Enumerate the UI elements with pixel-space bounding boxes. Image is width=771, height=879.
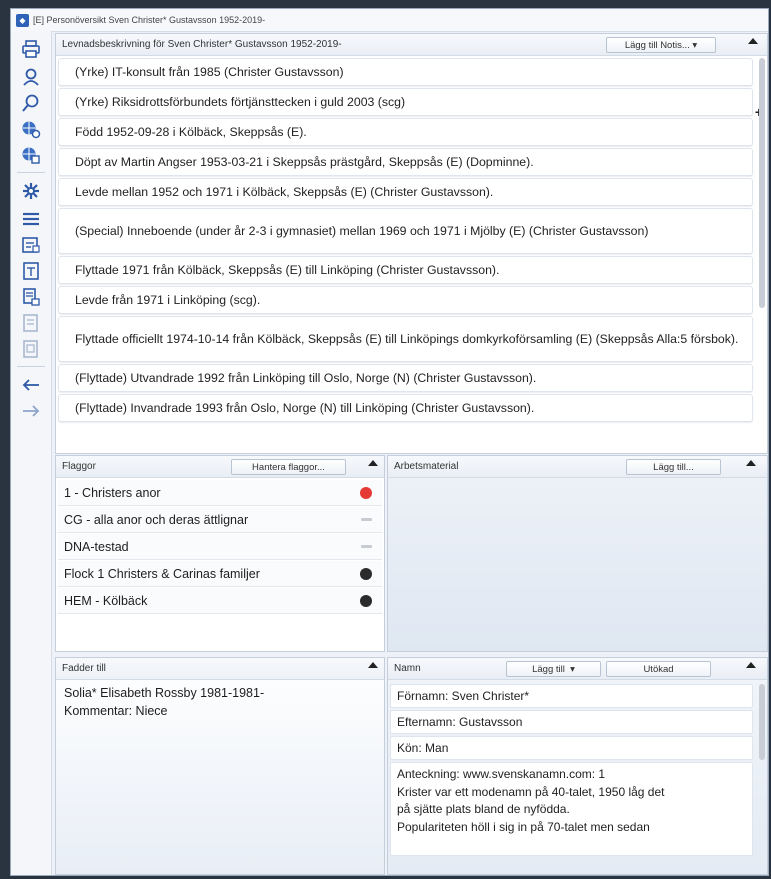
biography-header: Levnadsbeskrivning för Sven Christer* Gu…	[56, 34, 767, 56]
note-line: Populariteten höll i sig in på 70-talet …	[397, 819, 650, 834]
menu-icon[interactable]	[19, 207, 43, 231]
work-material-title: Arbetsmaterial	[394, 461, 459, 472]
event-row[interactable]: (Special) Inneboende (under år 2-3 i gym…	[58, 208, 753, 254]
collapse-caret-icon[interactable]	[368, 662, 378, 668]
collapse-caret-icon[interactable]	[748, 38, 758, 44]
window-title: [E] Personöversikt Sven Christer* Gustav…	[33, 15, 266, 25]
name-note[interactable]: Anteckning: www.svenskanamn.com: 1 Krist…	[390, 762, 753, 856]
globe-gear-icon[interactable]	[19, 117, 43, 141]
globe-doc-icon[interactable]	[19, 143, 43, 167]
flag-row[interactable]: DNA-testad	[58, 534, 382, 560]
event-row[interactable]: Flyttade 1971 från Kölbäck, Skeppsås (E)…	[58, 256, 753, 284]
print-icon[interactable]	[19, 37, 43, 61]
flags-panel: Flaggor Hantera flaggor... 1 - Christers…	[55, 455, 385, 652]
note-line: på sjätte plats bland de nyfödda.	[397, 802, 570, 816]
tree-doc-icon[interactable]	[19, 285, 43, 309]
biography-title: Levnadsbeskrivning för Sven Christer* Gu…	[62, 39, 342, 50]
flag-row[interactable]: CG - alla anor och deras ättlignar	[58, 507, 382, 533]
godparent-person-link[interactable]: Solia* Elisabeth Rossby 1981-1981-	[64, 684, 264, 702]
name-row-lastname[interactable]: Efternamn: Gustavsson	[390, 710, 753, 734]
faded-doc-2-icon	[19, 337, 43, 361]
flag-row[interactable]: Flock 1 Christers & Carinas familjer	[58, 561, 382, 587]
picture-doc-icon[interactable]	[19, 233, 43, 257]
name-row-firstname[interactable]: Förnamn: Sven Christer*	[390, 684, 753, 708]
flag-row[interactable]: HEM - Kölbäck	[58, 588, 382, 614]
names-scrollbar[interactable]	[759, 684, 765, 760]
forward-arrow-icon[interactable]	[19, 399, 43, 423]
flag-color-dot	[360, 567, 372, 580]
add-name-button[interactable]: Lägg till ▾	[506, 661, 601, 677]
toolbar-separator	[17, 172, 45, 173]
event-list: (Yrke) IT-konsult från 1985 (Christer Gu…	[58, 58, 753, 453]
event-row[interactable]: (Flyttade) Utvandrade 1992 från Linköpin…	[58, 364, 753, 392]
names-header: Namn Lägg till ▾ Utökad	[388, 658, 767, 680]
toolbar-separator	[17, 366, 45, 367]
event-row[interactable]: (Flyttade) Invandrade 1993 från Oslo, No…	[58, 394, 753, 422]
event-row[interactable]: Född 1952-09-28 i Kölbäck, Skeppsås (E).	[58, 118, 753, 146]
title-bar: ◆ [E] Personöversikt Sven Christer* Gust…	[11, 9, 768, 32]
add-work-material-button[interactable]: Lägg till...	[626, 459, 721, 475]
person-overview-window: ◆ [E] Personöversikt Sven Christer* Gust…	[10, 8, 769, 876]
flags-title: Flaggor	[62, 461, 96, 472]
collapse-caret-icon[interactable]	[746, 662, 756, 668]
godparent-comment: Kommentar: Niece	[64, 704, 168, 718]
note-line: Krister var ett modenamn på 40-talet, 19…	[397, 784, 665, 799]
left-toolbar	[11, 31, 52, 875]
godparent-content: Solia* Elisabeth Rossby 1981-1981- Komme…	[64, 684, 264, 720]
document-doc-icon[interactable]	[19, 259, 43, 283]
work-material-panel: Arbetsmaterial Lägg till...	[387, 455, 768, 652]
name-row-gender[interactable]: Kön: Man	[390, 736, 753, 760]
manage-flags-button[interactable]: Hantera flaggor...	[231, 459, 346, 475]
flag-color-dot	[360, 486, 372, 499]
add-note-button[interactable]: Lägg till Notis... ▾	[606, 37, 716, 53]
godparent-title: Fadder till	[62, 663, 106, 674]
event-row[interactable]: Flyttade officiellt 1974-10-14 från Kölb…	[58, 316, 753, 362]
event-row[interactable]: (Yrke) Riksidrottsförbundets förtjänstte…	[58, 88, 753, 116]
person-search-icon[interactable]	[19, 65, 43, 89]
app-icon: ◆	[16, 13, 29, 27]
biography-scrollbar[interactable]	[759, 58, 765, 308]
flag-color-dot	[361, 518, 372, 521]
names-title: Namn	[394, 663, 421, 674]
godparent-header: Fadder till	[56, 658, 384, 680]
event-row[interactable]: Levde mellan 1952 och 1971 i Kölbäck, Sk…	[58, 178, 753, 206]
event-row[interactable]: (Yrke) IT-konsult från 1985 (Christer Gu…	[58, 58, 753, 86]
note-line: Anteckning: www.svenskanamn.com: 1	[397, 767, 606, 781]
flags-header: Flaggor Hantera flaggor...	[56, 456, 384, 478]
back-arrow-icon[interactable]	[19, 373, 43, 397]
event-row[interactable]: Döpt av Martin Angser 1953-03-21 i Skepp…	[58, 148, 753, 176]
godparent-panel: Fadder till Solia* Elisabeth Rossby 1981…	[55, 657, 385, 875]
extended-button[interactable]: Utökad	[606, 661, 711, 677]
biography-panel: Levnadsbeskrivning för Sven Christer* Gu…	[55, 33, 768, 454]
event-row[interactable]: Levde från 1971 i Linköping (scg).	[58, 286, 753, 314]
flag-color-dot	[360, 594, 372, 607]
settings-icon[interactable]	[19, 179, 43, 203]
flag-row[interactable]: 1 - Christers anor	[58, 480, 382, 506]
collapse-caret-icon[interactable]	[368, 460, 378, 466]
flag-color-dot	[361, 545, 372, 548]
search-icon[interactable]	[19, 91, 43, 115]
collapse-caret-icon[interactable]	[746, 460, 756, 466]
work-material-header: Arbetsmaterial Lägg till...	[388, 456, 767, 478]
names-panel: Namn Lägg till ▾ Utökad Förnamn: Sven Ch…	[387, 657, 768, 875]
faded-doc-icon	[19, 311, 43, 335]
